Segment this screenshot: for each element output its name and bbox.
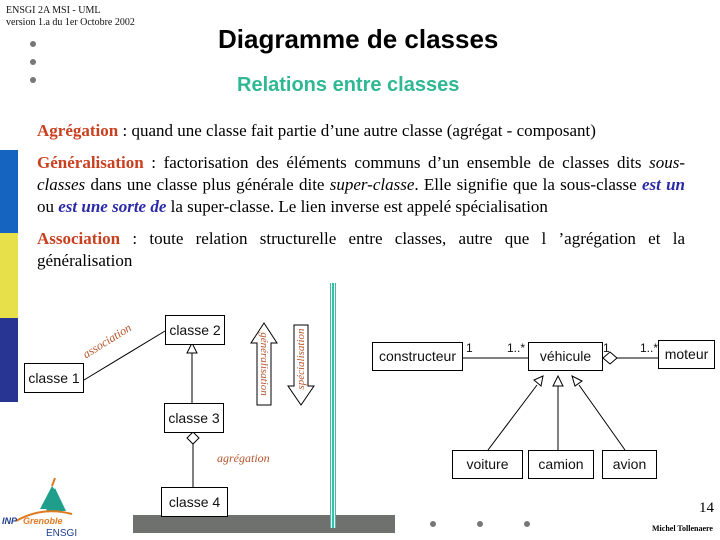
multiplicity-label: 1..* xyxy=(507,341,526,355)
aggregation-diamond-icon xyxy=(186,431,200,445)
class-box: classe 2 xyxy=(165,315,225,345)
generalisation-line-avion xyxy=(578,384,626,451)
footer-dot xyxy=(430,521,436,527)
class-box-avion: avion xyxy=(602,450,657,479)
class-box: classe 3 xyxy=(164,403,224,433)
class-box-vehicule: véhicule xyxy=(528,342,603,371)
generalisation-label: généralisation xyxy=(258,332,270,396)
multiplicity-label: 1 xyxy=(603,341,610,355)
class-box-voiture: voiture xyxy=(452,450,523,479)
logo-text-grenoble: Grenoble xyxy=(23,516,63,526)
footer-dot xyxy=(477,521,483,527)
generalisation-line-voiture xyxy=(487,384,538,451)
footer-dot xyxy=(524,521,530,527)
class-box-constructeur: constructeur xyxy=(372,342,463,371)
author-name: Michel Tollenaere xyxy=(652,524,713,533)
class-box: classe 4 xyxy=(161,487,228,517)
multiplicity-label: 1..* xyxy=(640,341,659,355)
specialisation-label: spécialisation xyxy=(295,328,307,390)
page-number: 14 xyxy=(699,500,714,516)
multiplicity-label: 1 xyxy=(466,341,473,355)
inheritance-arrow-icon xyxy=(552,374,564,387)
logo-text-inp: INP xyxy=(2,516,18,526)
institution-logo: INP Grenoble ENSGI xyxy=(2,474,86,540)
logo-text-ensgi: ENSGI xyxy=(46,528,78,539)
class-box-camion: camion xyxy=(528,450,594,479)
class-box-moteur: moteur xyxy=(658,340,715,369)
inheritance-arrow-icon xyxy=(571,375,583,387)
class-box: classe 1 xyxy=(24,363,84,393)
inheritance-arrow-icon xyxy=(533,375,544,387)
aggregation-label: agrégation xyxy=(217,451,270,465)
